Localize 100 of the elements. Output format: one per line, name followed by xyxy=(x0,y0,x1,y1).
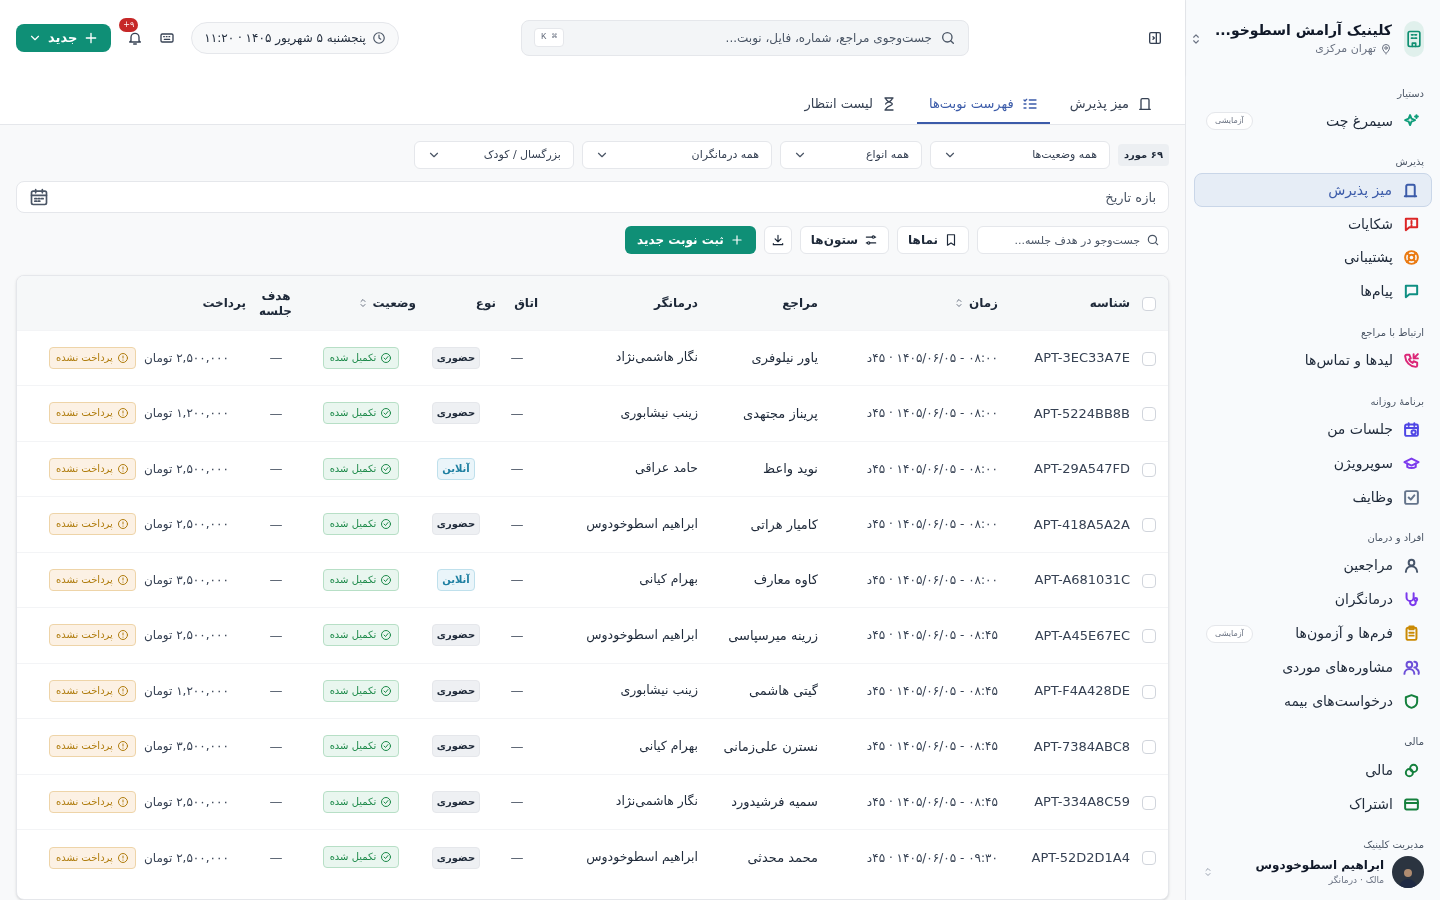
check-circle-icon xyxy=(380,851,393,864)
status-tag: تکمیل شده xyxy=(322,846,400,869)
sidebar-item[interactable]: مالی xyxy=(1194,753,1432,788)
row-checkbox[interactable] xyxy=(1142,462,1156,477)
new-button[interactable]: جدید xyxy=(16,23,112,52)
clinic-name: کلینیک آرامش اسطوخو... xyxy=(1215,20,1392,41)
check-circle-icon xyxy=(380,573,393,586)
filter-dropdown[interactable]: همه انواع xyxy=(779,141,922,169)
account-switch-button[interactable] xyxy=(1202,866,1214,878)
amount: ۳,۵۰۰,۰۰۰ تومان xyxy=(143,571,229,589)
column-header: نوع xyxy=(475,294,496,312)
select-all-checkbox[interactable] xyxy=(1142,296,1156,311)
tab[interactable]: میز پذیرش xyxy=(1057,86,1165,124)
type-tag: حضوری xyxy=(431,402,481,425)
amount: ۲,۵۰۰,۰۰۰ تومان xyxy=(143,793,229,811)
avatar xyxy=(1392,856,1424,888)
sidebar-item[interactable]: لیدها و تماس‌ها xyxy=(1194,343,1432,378)
type-tag: حضوری xyxy=(431,513,481,536)
table-cell: APT-5224BB8B xyxy=(1033,405,1130,421)
amount: ۲,۵۰۰,۰۰۰ تومان xyxy=(143,849,229,867)
table-cell: پریناز مجتهدی xyxy=(743,405,818,421)
table-cell: — xyxy=(510,572,524,587)
filter-dropdown[interactable]: همه وضعیت‌ها xyxy=(929,141,1110,169)
alert-circle-icon xyxy=(116,462,129,475)
section-heading: پذیرش xyxy=(1394,155,1425,170)
table-cell: زینب نیشابوری xyxy=(620,404,698,420)
row-checkbox[interactable] xyxy=(1142,629,1156,643)
column-header: اتاق xyxy=(514,294,538,312)
filter-dropdown[interactable]: همه درمانگران xyxy=(581,141,772,169)
type-tag: آنلاین xyxy=(437,457,475,480)
sidebar-item[interactable]: فرم‌ها و آزمون‌ها آزمایشی xyxy=(1194,616,1432,651)
amount: ۲,۵۰۰,۰۰۰ تومان xyxy=(143,460,229,478)
table-cell: بهرام کیانی xyxy=(639,737,698,753)
table-cell: — xyxy=(269,572,283,587)
download-button[interactable] xyxy=(763,226,792,254)
table-cell: ابراهیم اسطوخودوس xyxy=(586,626,698,642)
section-heading: ارتباط با مراجع xyxy=(1359,325,1425,340)
row-checkbox[interactable] xyxy=(1142,573,1156,588)
table-cell: نسترن علی‌زمانی xyxy=(723,738,818,754)
amount: ۲,۵۰۰,۰۰۰ تومان xyxy=(143,627,229,645)
building-icon xyxy=(1404,28,1424,49)
plus-icon xyxy=(729,233,744,247)
sidebar-item[interactable]: درمانگران xyxy=(1194,582,1432,617)
row-checkbox[interactable] xyxy=(1142,351,1156,366)
search-icon xyxy=(1146,233,1160,247)
search-input[interactable]: جست‌وجو در هدف جلسه... xyxy=(986,227,1140,253)
row-checkbox[interactable] xyxy=(1142,851,1156,866)
alert-circle-icon xyxy=(116,684,129,697)
add-appointment-button[interactable]: ثبت نوبت جدید xyxy=(625,226,756,254)
table-cell: — xyxy=(269,405,283,421)
row-checkbox[interactable] xyxy=(1142,795,1156,810)
sidebar-item[interactable]: شکایات xyxy=(1194,207,1432,242)
sidebar-item[interactable]: اشتراک xyxy=(1194,787,1432,822)
search-input[interactable]: جست‌وجوی مراجع، شماره، فایل، نوبت... xyxy=(572,20,932,55)
table-cell: ۰۸:۴۵ - ۱۴۰۵/۰۶/۰۵ · ۴۵د xyxy=(866,739,998,754)
status-tag: تکمیل شده xyxy=(322,735,400,757)
filter-dropdown[interactable]: بزرگسال / کودک xyxy=(413,141,574,169)
columns-button[interactable]: ستون‌ها xyxy=(799,226,890,254)
payment-tag: پرداخت نشده xyxy=(49,346,136,369)
row-checkbox[interactable] xyxy=(1142,407,1156,421)
section-heading: برنامهٔ روزانه xyxy=(1369,394,1425,409)
column-header[interactable]: زمان xyxy=(952,293,998,312)
alert-circle-icon xyxy=(116,851,129,864)
table-cell: APT-334A8C59 xyxy=(1034,794,1130,809)
sidebar-item[interactable]: پیام‌ها xyxy=(1194,274,1432,309)
views-button[interactable]: نماها xyxy=(897,226,969,254)
table-cell: APT-52D2D1A4 xyxy=(1031,849,1130,865)
tab[interactable]: فهرست نوبت‌ها xyxy=(917,86,1050,124)
status-tag: تکمیل شده xyxy=(322,679,400,702)
column-header[interactable]: وضعیت xyxy=(356,293,416,312)
status-tag: تکمیل شده xyxy=(322,790,400,813)
table-cell: ۰۸:۰۰ - ۱۴۰۵/۰۶/۰۵ · ۴۵د xyxy=(866,517,998,532)
sidebar-item[interactable]: جلسات من xyxy=(1194,412,1432,447)
alert-circle-icon xyxy=(116,740,129,753)
check-circle-icon xyxy=(380,518,393,530)
row-checkbox[interactable] xyxy=(1142,740,1156,754)
sidebar-item[interactable]: مشاوره‌های موردی xyxy=(1194,650,1432,685)
status-tag: تکمیل شده xyxy=(322,402,400,424)
sidebar-item[interactable]: مراجعین xyxy=(1194,549,1432,583)
row-checkbox[interactable] xyxy=(1142,518,1156,532)
amount: ۱,۲۰۰,۰۰۰ تومان xyxy=(143,405,229,423)
type-tag: حضوری xyxy=(431,735,481,758)
check-circle-icon xyxy=(380,795,393,808)
sidebar-item[interactable]: سیمرغ چت آزمایشی xyxy=(1194,104,1432,139)
search-field[interactable]: جست‌وجو در هدف جلسه... xyxy=(977,226,1169,254)
amount: ۱,۲۰۰,۰۰۰ تومان xyxy=(143,682,229,700)
table-cell: ۰۸:۰۰ - ۱۴۰۵/۰۶/۰۵ · ۴۵د xyxy=(866,572,998,587)
row-checkbox[interactable] xyxy=(1142,684,1156,699)
download-icon xyxy=(770,233,785,247)
table-cell: ۰۸:۴۵ - ۱۴۰۵/۰۶/۰۵ · ۴۵د xyxy=(866,628,998,643)
sidebar-item[interactable]: درخواست‌های بیمه xyxy=(1194,684,1432,719)
sidebar-item[interactable]: وظایف xyxy=(1194,480,1432,515)
user-name: ابراهیم اسطوخودوس xyxy=(1254,857,1384,875)
alert-circle-icon xyxy=(116,407,129,420)
type-tag: آنلاین xyxy=(437,568,475,591)
sidebar-item[interactable]: پشتیبانی xyxy=(1194,241,1432,275)
sidebar-item[interactable]: سوپرویژن xyxy=(1194,446,1432,481)
payment-tag: پرداخت نشده xyxy=(49,735,136,758)
sidebar-item[interactable]: میز پذیرش xyxy=(1194,173,1432,208)
tab[interactable]: لیست انتظار xyxy=(792,86,909,124)
